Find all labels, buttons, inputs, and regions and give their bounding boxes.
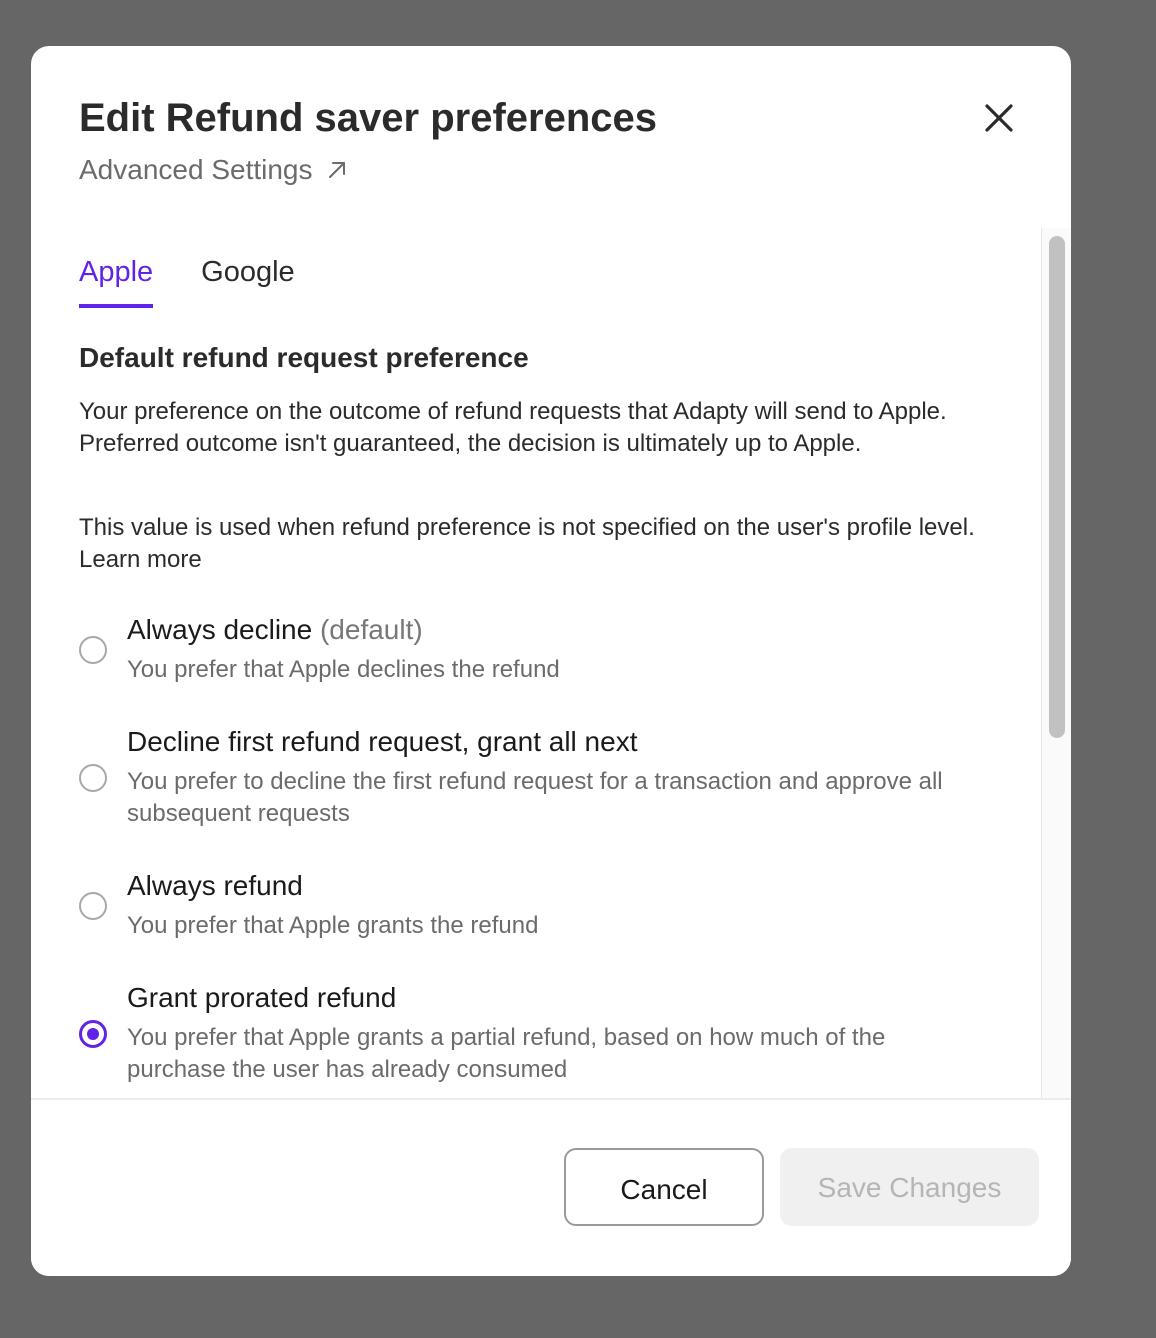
- option-description: You prefer that Apple grants a partial r…: [127, 1024, 886, 1083]
- edit-refund-saver-modal: Edit Refund saver preferences Advanced S…: [31, 46, 1071, 1276]
- advanced-settings-label: Advanced Settings: [79, 154, 313, 185]
- option-title: Always refund: [127, 870, 303, 901]
- modal-scroll-content[interactable]: Apple Google Default refund request pref…: [31, 228, 1041, 1098]
- platform-tabs: Apple Google: [79, 254, 295, 308]
- advanced-settings-link[interactable]: Advanced Settings: [79, 152, 349, 188]
- scrollbar-track[interactable]: [1041, 228, 1071, 1098]
- radio-grant-prorated[interactable]: [79, 1020, 107, 1048]
- scrollbar-thumb[interactable]: [1049, 236, 1065, 738]
- radio-decline-first[interactable]: [79, 764, 107, 792]
- radio-always-refund[interactable]: [79, 892, 107, 920]
- option-title-text: Always decline: [127, 614, 313, 645]
- option-description: You prefer to decline the first refund r…: [127, 768, 943, 827]
- radio-always-decline[interactable]: [79, 636, 107, 664]
- default-tag: (default): [319, 614, 423, 645]
- option-title: Always decline (default): [127, 612, 423, 648]
- close-button[interactable]: [979, 98, 1019, 138]
- arrow-up-right-icon: [328, 162, 345, 178]
- cancel-button[interactable]: Cancel: [564, 1148, 764, 1226]
- save-changes-button[interactable]: Save Changes: [780, 1148, 1039, 1226]
- default-value-description: This value is used when refund preferenc…: [79, 514, 975, 573]
- option-title: Decline first refund request, grant all …: [127, 726, 638, 757]
- close-icon: [985, 104, 1013, 132]
- option-description: You prefer that Apple grants the refund: [127, 912, 539, 939]
- tab-apple[interactable]: Apple: [79, 254, 154, 308]
- section-heading: Default refund request preference: [79, 342, 529, 373]
- modal-footer: Cancel Save Changes: [31, 1098, 1071, 1276]
- option-description: You prefer that Apple declines the refun…: [127, 656, 560, 683]
- preference-description: Your preference on the outcome of refund…: [79, 398, 947, 457]
- modal-title: Edit Refund saver preferences: [79, 96, 657, 140]
- option-title: Grant prorated refund: [127, 982, 397, 1013]
- tab-google[interactable]: Google: [201, 254, 295, 308]
